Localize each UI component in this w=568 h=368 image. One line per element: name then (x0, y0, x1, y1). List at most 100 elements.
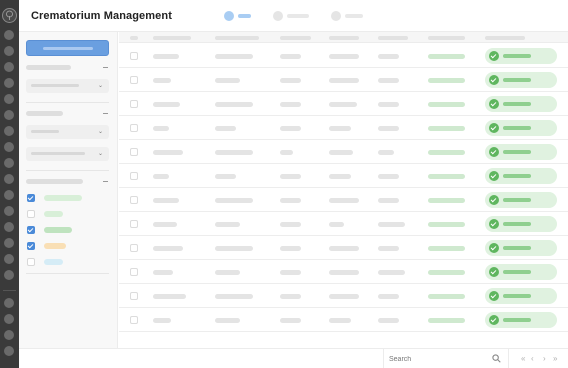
table-row[interactable] (119, 140, 568, 164)
status-badge (485, 96, 557, 112)
column-header[interactable] (280, 36, 311, 40)
status-checkbox-1[interactable] (27, 194, 35, 202)
table-cell (153, 246, 183, 251)
collapse-icon[interactable] (103, 113, 108, 114)
nav-icon-11[interactable] (4, 190, 14, 200)
circle-icon (273, 11, 283, 21)
divider (26, 102, 109, 103)
nav-icon-19[interactable] (4, 330, 14, 340)
primary-action-button[interactable] (26, 40, 109, 56)
nav-icon-8[interactable] (4, 142, 14, 152)
search-input[interactable] (389, 353, 489, 365)
nav-icon-6[interactable] (4, 110, 14, 120)
nav-icon-20[interactable] (4, 346, 14, 356)
table-cell (280, 294, 301, 299)
collapse-icon[interactable] (103, 181, 108, 182)
nav-icon-9[interactable] (4, 158, 14, 168)
collapse-icon[interactable] (103, 67, 108, 68)
filter-dropdown-1[interactable]: ⌄ (26, 79, 109, 93)
status-chip (44, 259, 63, 265)
circle-icon (331, 11, 341, 21)
row-checkbox[interactable] (130, 124, 138, 132)
check-circle-icon (489, 123, 499, 133)
row-checkbox[interactable] (130, 220, 138, 228)
nav-icon-3[interactable] (4, 62, 14, 72)
nav-icon-5[interactable] (4, 94, 14, 104)
table-row[interactable] (119, 212, 568, 236)
nav-icon-13[interactable] (4, 222, 14, 232)
filter-dropdown-2[interactable]: ⌄ (26, 125, 109, 139)
table-row[interactable] (119, 116, 568, 140)
nav-icon-12[interactable] (4, 206, 14, 216)
table-cell (329, 270, 359, 275)
column-header[interactable] (329, 36, 359, 40)
nav-icon-2[interactable] (4, 46, 14, 56)
nav-icon-18[interactable] (4, 314, 14, 324)
table-cell (280, 222, 301, 227)
table-row[interactable] (119, 92, 568, 116)
column-header[interactable] (428, 36, 465, 40)
table-row[interactable] (119, 44, 568, 68)
column-header[interactable] (215, 36, 259, 40)
row-checkbox[interactable] (130, 244, 138, 252)
status-chip (44, 227, 72, 233)
table-cell (378, 174, 399, 179)
next-page-icon[interactable]: › (543, 354, 546, 364)
tree-logo-icon[interactable] (2, 8, 17, 23)
table-cell (329, 126, 351, 131)
table-row[interactable] (119, 68, 568, 92)
nav-icon-15[interactable] (4, 254, 14, 264)
table-row[interactable] (119, 284, 568, 308)
column-header[interactable] (153, 36, 191, 40)
row-checkbox[interactable] (130, 148, 138, 156)
status-chip (44, 211, 63, 217)
nav-icon-10[interactable] (4, 174, 14, 184)
table-cell (215, 174, 236, 179)
check-circle-icon (489, 243, 499, 253)
row-checkbox[interactable] (130, 316, 138, 324)
table-cell (215, 198, 253, 203)
table-row[interactable] (119, 164, 568, 188)
row-checkbox[interactable] (130, 292, 138, 300)
table-cell (428, 174, 465, 179)
status-checkbox-5[interactable] (27, 258, 35, 266)
row-checkbox[interactable] (130, 196, 138, 204)
row-checkbox[interactable] (130, 268, 138, 276)
select-all-checkbox[interactable] (130, 36, 138, 40)
nav-icon-17[interactable] (4, 298, 14, 308)
column-header[interactable] (485, 36, 525, 40)
nav-icon-4[interactable] (4, 78, 14, 88)
table-cell (215, 150, 253, 155)
table-cell (280, 54, 301, 59)
status-checkbox-2[interactable] (27, 210, 35, 218)
table-cell (378, 102, 399, 107)
table-row[interactable] (119, 260, 568, 284)
table-row[interactable] (119, 188, 568, 212)
status-badge (485, 144, 557, 160)
status-checkbox-4[interactable] (27, 242, 35, 250)
row-checkbox[interactable] (130, 100, 138, 108)
check-circle-icon (489, 267, 499, 277)
row-checkbox[interactable] (130, 172, 138, 180)
table-cell (215, 246, 253, 251)
nav-icon-1[interactable] (4, 30, 14, 40)
nav-icon-14[interactable] (4, 238, 14, 248)
status-badge (485, 240, 557, 256)
status-chip (44, 195, 82, 201)
nav-icon-7[interactable] (4, 126, 14, 136)
row-checkbox[interactable] (130, 76, 138, 84)
last-page-icon[interactable]: » (553, 354, 557, 364)
filter-dropdown-3[interactable]: ⌄ (26, 147, 109, 161)
row-checkbox[interactable] (130, 52, 138, 60)
chevron-down-icon: ⌄ (97, 129, 103, 135)
records-table (119, 32, 568, 348)
prev-page-icon[interactable]: ‹ (531, 354, 534, 364)
nav-icon-16[interactable] (4, 270, 14, 280)
first-page-icon[interactable]: « (521, 354, 525, 364)
table-row[interactable] (119, 308, 568, 332)
table-row[interactable] (119, 236, 568, 260)
status-checkbox-3[interactable] (27, 226, 35, 234)
search-icon[interactable] (492, 354, 501, 363)
table-cell (215, 222, 240, 227)
column-header[interactable] (378, 36, 408, 40)
